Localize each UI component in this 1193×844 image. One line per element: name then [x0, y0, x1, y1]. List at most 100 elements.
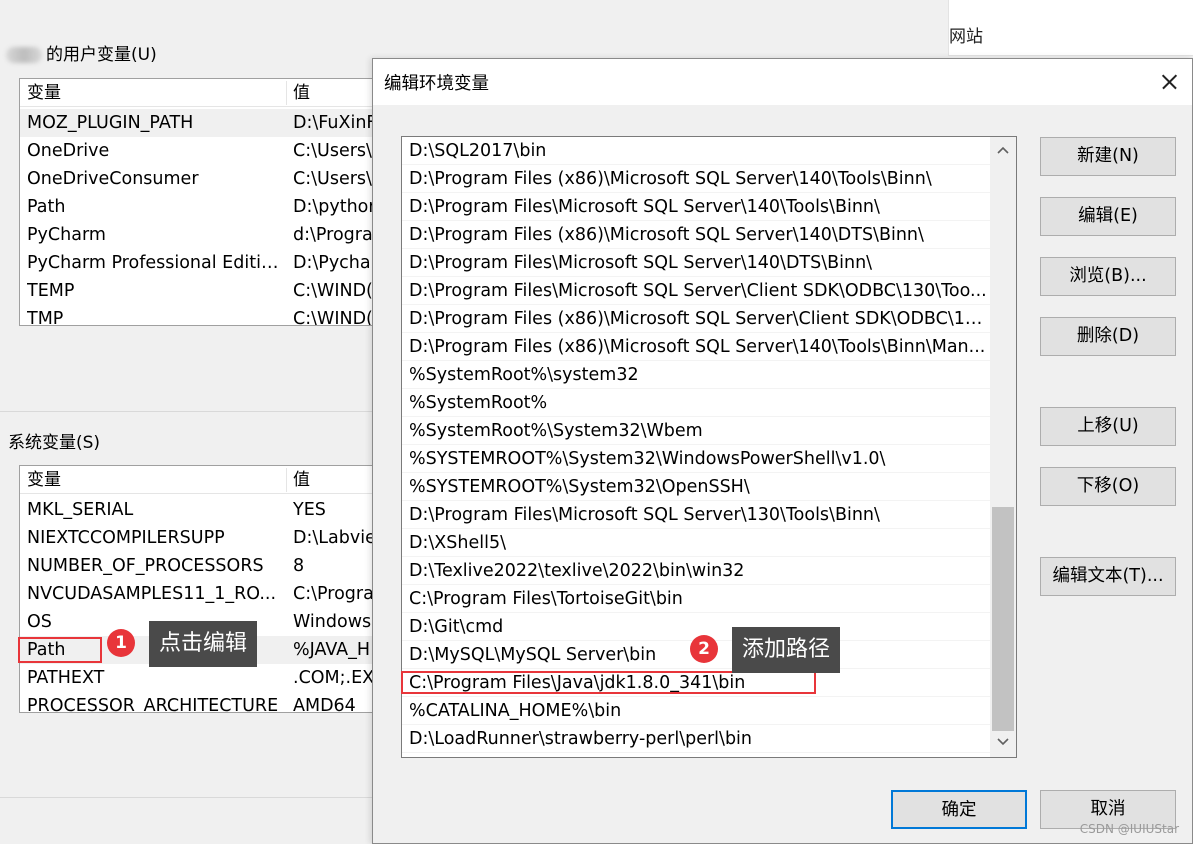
ok-button[interactable]: 确定 [891, 790, 1027, 829]
user-variables-list[interactable]: 变量 值 MOZ_PLUGIN_PATH D:\FuXinF OneDrive C:\… [19, 78, 379, 326]
column-header-value[interactable]: 值 [286, 79, 310, 107]
path-entry[interactable]: D:\Program Files\Microsoft SQL Server\14… [402, 249, 990, 277]
variable-name: NVCUDASAMPLES11_1_RO... [27, 584, 277, 604]
variable-name: PATHEXT [27, 668, 105, 688]
system-variables-list[interactable]: 变量 值 MKL_SERIAL YES NIEXTCCOMPILERSUPP D:\L… [19, 465, 379, 713]
table-row[interactable]: MKL_SERIAL YES [20, 496, 378, 524]
background-browser-strip: 网站 [948, 0, 1193, 56]
edit-button[interactable]: 编辑(E) [1040, 197, 1176, 236]
table-row[interactable]: NVCUDASAMPLES11_1_RO... C:\Progra [20, 580, 378, 608]
vertical-scrollbar[interactable] [990, 137, 1016, 757]
variable-name: NUMBER_OF_PROCESSORS [27, 556, 264, 576]
system-variables-header: 变量 值 [20, 466, 378, 494]
variable-name: MOZ_PLUGIN_PATH [27, 113, 194, 133]
path-entry[interactable]: %SYSTEMROOT%\System32\WindowsPowerShell\… [402, 445, 990, 473]
edit-text-button[interactable]: 编辑文本(T)... [1040, 557, 1176, 596]
table-row[interactable]: PyCharm d:\Progra [20, 221, 378, 249]
variable-value: C:\Users\ [293, 169, 372, 189]
variable-value: .COM;.EX [293, 668, 375, 688]
system-variables-label: 系统变量(S) [8, 433, 101, 453]
dialog-titlebar: 编辑环境变量 [373, 59, 1192, 105]
variable-value: C:\WIND( [293, 281, 373, 301]
path-entry[interactable]: %SystemRoot%\System32\Wbem [402, 417, 990, 445]
move-down-button[interactable]: 下移(O) [1040, 467, 1176, 506]
path-entry[interactable]: D:\Texlive2022\texlive\2022\bin\win32 [402, 557, 990, 585]
dialog-title: 编辑环境变量 [384, 74, 489, 94]
highlight-jdk-path-box [401, 671, 816, 694]
table-row[interactable]: MOZ_PLUGIN_PATH D:\FuXinF [20, 109, 378, 137]
variable-name: OneDrive [27, 141, 110, 161]
path-entry[interactable]: %SystemRoot% [402, 389, 990, 417]
user-variables-header: 变量 值 [20, 79, 378, 107]
variable-name: TEMP [27, 281, 75, 301]
path-entry[interactable]: D:\Program Files (x86)\Microsoft SQL Ser… [402, 165, 990, 193]
table-row[interactable]: Path D:\pythor [20, 193, 378, 221]
path-entry[interactable]: %CATALINA_HOME%\bin [402, 697, 990, 725]
variable-name: PyCharm [27, 225, 106, 245]
path-entry[interactable]: D:\Program Files (x86)\Microsoft SQL Ser… [402, 305, 990, 333]
variable-value: D:\Labvie [293, 528, 376, 548]
variable-value: D:\pythor [293, 197, 376, 217]
variable-name: PyCharm Professional Editio... [27, 253, 283, 273]
callout-click-edit: 点击编辑 [149, 621, 258, 667]
table-row[interactable]: TMP C:\WIND( [20, 305, 378, 326]
variable-value: d:\Progra [293, 225, 373, 245]
path-entry[interactable]: D:\XShell5\ [402, 529, 990, 557]
user-variables-label: 的用户变量(U) [6, 40, 157, 65]
column-header-variable[interactable]: 变量 [20, 466, 61, 494]
variable-value: 8 [293, 556, 305, 576]
table-row[interactable]: TEMP C:\WIND( [20, 277, 378, 305]
edit-environment-variable-dialog: 编辑环境变量 D:\SQL2017\bin D:\Program Files (x… [372, 58, 1193, 844]
scroll-down-icon[interactable] [990, 729, 1016, 757]
variable-value: C:\Progra [293, 584, 374, 604]
callout-add-path: 添加路径 [732, 627, 841, 673]
path-entry[interactable]: %SYSTEMROOT%\System32\OpenSSH\ [402, 473, 990, 501]
variable-name: MKL_SERIAL [27, 500, 134, 520]
table-row[interactable]: OneDrive C:\Users\ [20, 137, 378, 165]
delete-button[interactable]: 删除(D) [1040, 317, 1176, 356]
variable-value: %JAVA_H [293, 640, 371, 660]
path-entry[interactable]: D:\SQL2017\bin [402, 137, 990, 165]
browse-button[interactable]: 浏览(B)... [1040, 257, 1176, 296]
table-row[interactable]: PROCESSOR_ARCHITECTURE AMD64 [20, 692, 378, 713]
highlight-path-box [18, 637, 102, 663]
table-row[interactable]: PATHEXT .COM;.EX [20, 664, 378, 692]
move-up-button[interactable]: 上移(U) [1040, 407, 1176, 446]
divider [0, 411, 372, 412]
scrollbar-thumb[interactable] [992, 507, 1014, 731]
divider [0, 797, 372, 798]
variable-value: D:\Pychar [293, 253, 378, 273]
new-button[interactable]: 新建(N) [1040, 137, 1176, 176]
variable-name: NIEXTCCOMPILERSUPP [27, 528, 225, 548]
table-row[interactable]: NUMBER_OF_PROCESSORS 8 [20, 552, 378, 580]
path-entries-list[interactable]: D:\SQL2017\bin D:\Program Files (x86)\Mic… [401, 136, 1017, 758]
path-entry[interactable]: D:\Program Files\Microsoft SQL Server\Cl… [402, 277, 990, 305]
path-entry[interactable]: D:\Program Files\Microsoft SQL Server\14… [402, 193, 990, 221]
variable-value: C:\Users\ [293, 141, 372, 161]
path-entry[interactable]: %SystemRoot%\system32 [402, 361, 990, 389]
path-entry[interactable]: C:\Program Files\TortoiseGit\bin [402, 585, 990, 613]
path-entry[interactable]: D:\Program Files (x86)\Microsoft SQL Ser… [402, 221, 990, 249]
path-entry[interactable]: D:\Program Files (x86)\Microsoft SQL Ser… [402, 333, 990, 361]
blurred-username [6, 47, 42, 63]
variable-name: Path [27, 197, 66, 217]
column-header-value[interactable]: 值 [286, 466, 310, 494]
table-row[interactable]: PyCharm Professional Editio... D:\Pychar [20, 249, 378, 277]
step-badge-1: 1 [107, 629, 135, 657]
variable-value: YES [293, 500, 326, 520]
variable-name: PROCESSOR_ARCHITECTURE [27, 696, 279, 713]
variable-value: AMD64 [293, 696, 356, 713]
table-row[interactable]: NIEXTCCOMPILERSUPP D:\Labvie [20, 524, 378, 552]
path-entry[interactable]: D:\LoadRunner\strawberry-perl\perl\bin [402, 725, 990, 753]
path-entry[interactable]: D:\Program Files\Microsoft SQL Server\13… [402, 501, 990, 529]
variable-value: C:\WIND( [293, 309, 373, 326]
variable-value: Windows [293, 612, 372, 632]
close-icon[interactable] [1146, 59, 1192, 105]
variable-name: TMP [27, 309, 64, 326]
website-label: 网站 [949, 27, 983, 47]
scroll-up-icon[interactable] [990, 137, 1016, 165]
step-badge-2: 2 [690, 635, 718, 663]
table-row[interactable]: OneDriveConsumer C:\Users\ [20, 165, 378, 193]
column-header-variable[interactable]: 变量 [20, 79, 61, 107]
variable-value: D:\FuXinF [293, 113, 377, 133]
